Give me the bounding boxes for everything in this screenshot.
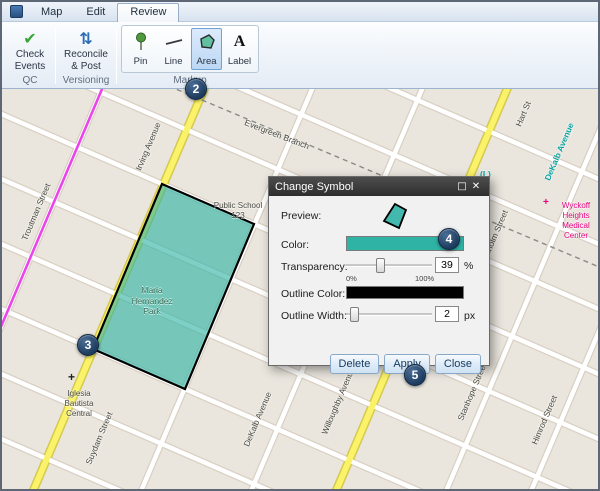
reconcile-post-button[interactable]: ⇅ Reconcile & Post (60, 25, 112, 73)
app-window: Map Edit Review ✔ Check Events QC ⇅ Reco… (0, 0, 600, 491)
check-icon: ✔ (23, 28, 36, 48)
outline-width-label: Outline Width: (281, 310, 347, 322)
transparency-label: Transparency: (281, 261, 348, 273)
preview-label: Preview: (281, 210, 321, 222)
transparency-unit: % (464, 260, 473, 272)
tab-review[interactable]: Review (117, 3, 179, 22)
area-button[interactable]: Area (191, 28, 222, 70)
area-label: Area (196, 56, 216, 69)
callout-badge-4: 4 (438, 228, 460, 250)
markup-gallery: Pin Line Area A Label (121, 25, 259, 73)
symbol-preview (381, 202, 409, 230)
ribbon: ✔ Check Events QC ⇅ Reconcile & Post Ver… (2, 22, 598, 89)
group-label-qc: QC (23, 75, 38, 88)
transparency-min-label: 0% (346, 274, 357, 283)
dialog-body: Preview: Color: Transparency: 0% 100% % … (269, 196, 489, 365)
outline-color-label: Outline Color: (281, 288, 345, 300)
change-symbol-dialog: Change Symbol □ ✕ Preview: Color: Transp… (268, 176, 490, 366)
label-button[interactable]: A Label (224, 28, 255, 70)
callout-badge-2: 2 (185, 78, 207, 100)
tab-map[interactable]: Map (29, 4, 74, 21)
transparency-max-label: 100% (415, 274, 434, 283)
check-events-label: Check Events (10, 49, 50, 72)
group-qc: ✔ Check Events QC (6, 24, 54, 88)
area-icon (197, 32, 217, 52)
check-events-button[interactable]: ✔ Check Events (9, 25, 51, 73)
group-separator (116, 27, 117, 84)
outline-width-unit: px (464, 310, 475, 322)
transparency-slider[interactable] (346, 258, 432, 273)
delete-button[interactable]: Delete (330, 354, 380, 374)
pin-icon (132, 32, 150, 52)
line-icon (164, 32, 184, 52)
close-icon[interactable]: ✕ (469, 181, 483, 192)
group-separator (55, 27, 56, 84)
outline-width-input[interactable] (435, 306, 459, 322)
color-label: Color: (281, 239, 309, 251)
outline-width-slider[interactable] (346, 307, 432, 322)
label-label: Label (228, 56, 251, 69)
reconcile-icon: ⇅ (79, 28, 92, 48)
group-versioning: ⇅ Reconcile & Post Versioning (57, 24, 115, 88)
reconcile-post-label: Reconcile & Post (61, 49, 111, 72)
transparency-slider-thumb[interactable] (376, 258, 385, 273)
ribbon-tab-bar: Map Edit Review (2, 2, 598, 22)
transparency-slider-track[interactable] (346, 264, 432, 267)
callout-badge-5: 5 (404, 364, 426, 386)
outline-color-swatch[interactable] (346, 286, 464, 299)
tab-edit[interactable]: Edit (74, 4, 117, 21)
group-label-versioning: Versioning (63, 75, 110, 88)
close-button[interactable]: Close (435, 354, 481, 374)
dialog-title: Change Symbol (275, 181, 455, 193)
line-button[interactable]: Line (158, 28, 189, 70)
label-icon: A (234, 32, 246, 52)
callout-badge-3: 3 (77, 334, 99, 356)
dialog-titlebar[interactable]: Change Symbol □ ✕ (269, 177, 489, 196)
outline-width-slider-thumb[interactable] (350, 307, 359, 322)
line-label: Line (165, 56, 183, 69)
app-icon[interactable] (10, 5, 23, 18)
maximize-icon[interactable]: □ (455, 181, 469, 192)
pin-label: Pin (134, 56, 148, 69)
pin-button[interactable]: Pin (125, 28, 156, 70)
transparency-input[interactable] (435, 257, 459, 273)
